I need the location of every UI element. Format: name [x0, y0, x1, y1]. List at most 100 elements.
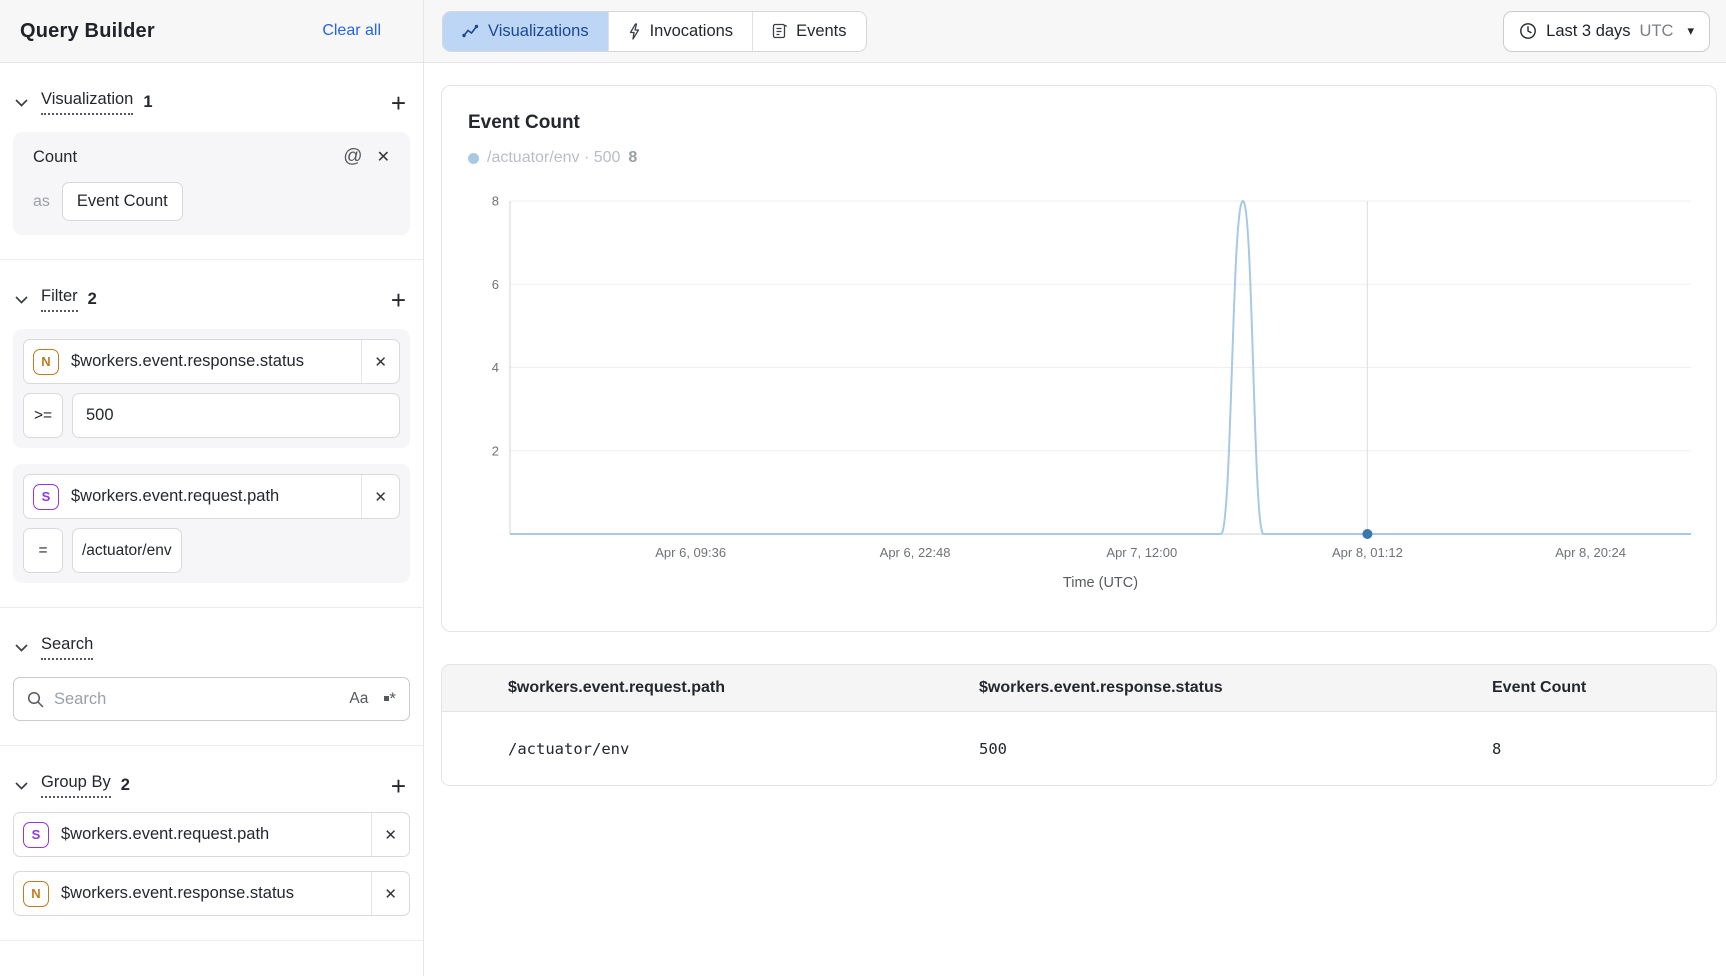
chevron-down-icon[interactable] — [15, 644, 28, 652]
filter-operator[interactable]: = — [23, 528, 63, 573]
document-icon — [772, 23, 787, 39]
svg-text:Apr 8, 20:24: Apr 8, 20:24 — [1555, 545, 1626, 560]
tab-label: Invocations — [650, 22, 733, 41]
filter-field-name: $workers.event.request.path — [71, 487, 279, 506]
add-visualization-button[interactable]: + — [387, 93, 410, 113]
svg-text:Apr 7, 12:00: Apr 7, 12:00 — [1106, 545, 1177, 560]
line-chart: 2 4 6 8 Apr 6, 09:36 Apr 6, 22:48 Apr 7, 12:00… — [442, 181, 1716, 594]
number-type-badge: N — [23, 881, 49, 907]
search-section: Search + Aa * — [0, 635, 423, 746]
visualization-section: Visualization 1 + Count @ ✕ as Event Cou… — [0, 90, 423, 260]
cell-event-count: 8 — [1492, 740, 1716, 758]
at-sign-icon[interactable]: @ — [337, 146, 368, 168]
results-table: $workers.event.request.path $workers.eve… — [441, 664, 1717, 786]
tab-visualizations[interactable]: Visualizations — [443, 12, 608, 51]
series-dot-icon — [468, 153, 479, 164]
group-by-section-title[interactable]: Group By — [41, 773, 111, 798]
remove-filter-button[interactable]: ✕ — [362, 353, 399, 371]
filter-section-title[interactable]: Filter — [41, 287, 78, 312]
group-by-section: Group By 2 + S $workers.event.request.pa… — [0, 773, 423, 941]
search-section-title[interactable]: Search — [41, 635, 93, 660]
visualization-section-title[interactable]: Visualization — [41, 90, 133, 115]
column-header: $workers.event.request.path — [508, 679, 979, 697]
filter-section: Filter 2 + N $workers.event.response.sta… — [0, 287, 423, 608]
svg-text:2: 2 — [492, 443, 499, 458]
chart-legend[interactable]: /actuator/env · 500 8 — [468, 149, 1690, 167]
main-header: Visualizations Invocations Events Last 3… — [424, 0, 1726, 62]
visualization-card: Count @ ✕ as Event Count — [13, 132, 410, 235]
filter-item: S $workers.event.request.path ✕ = /actua… — [13, 464, 410, 583]
divider — [0, 607, 423, 608]
svg-text:Apr 6, 09:36: Apr 6, 09:36 — [655, 545, 726, 560]
filter-operator[interactable]: >= — [23, 393, 63, 438]
visualization-alias[interactable]: Event Count — [62, 182, 183, 221]
sidebar-header: Query Builder Clear all — [0, 0, 424, 62]
clear-all-link[interactable]: Clear all — [322, 22, 381, 40]
search-icon — [27, 691, 44, 708]
filter-field[interactable]: N $workers.event.response.status ✕ — [23, 339, 400, 384]
filter-field[interactable]: S $workers.event.request.path ✕ — [23, 474, 400, 519]
chevron-down-icon: ▾ — [1687, 23, 1694, 39]
number-type-badge: N — [33, 349, 59, 375]
filter-value-input[interactable] — [72, 393, 400, 438]
chevron-down-icon[interactable] — [15, 99, 28, 107]
filter-count: 2 — [88, 290, 97, 309]
add-filter-button[interactable]: + — [387, 290, 410, 310]
page-title: Query Builder — [20, 20, 155, 43]
remove-visualization-button[interactable]: ✕ — [369, 147, 398, 167]
tab-invocations[interactable]: Invocations — [608, 12, 752, 51]
remove-group-by-button[interactable]: ✕ — [372, 826, 409, 844]
line-chart-icon — [462, 24, 479, 39]
top-bar: Query Builder Clear all Visualizations I… — [0, 0, 1726, 63]
divider — [0, 259, 423, 260]
tab-label: Events — [796, 22, 846, 41]
string-type-badge: S — [23, 822, 49, 848]
chevron-down-icon[interactable] — [15, 782, 28, 790]
svg-text:4: 4 — [492, 360, 499, 375]
filter-field-name: $workers.event.response.status — [71, 352, 304, 371]
event-count-chart-card: Event Count /actuator/env · 500 8 2 4 6 8 Ap… — [441, 85, 1717, 632]
match-case-toggle[interactable]: Aa — [349, 690, 368, 708]
tab-events[interactable]: Events — [752, 12, 865, 51]
visualization-function[interactable]: Count — [33, 148, 77, 167]
group-by-count: 2 — [121, 776, 130, 795]
time-range-selector[interactable]: Last 3 days UTC ▾ — [1503, 11, 1710, 52]
group-by-field[interactable]: N $workers.event.response.status ✕ — [13, 871, 410, 916]
legend-series-value: 8 — [628, 149, 637, 167]
svg-text:Time (UTC): Time (UTC) — [1063, 575, 1138, 591]
as-label: as — [33, 193, 50, 211]
chart-title: Event Count — [468, 112, 1690, 134]
filter-item: N $workers.event.response.status ✕ >= — [13, 329, 410, 448]
tab-label: Visualizations — [488, 22, 589, 41]
string-type-badge: S — [33, 484, 59, 510]
time-range-label: Last 3 days — [1546, 22, 1630, 41]
table-row[interactable]: /actuator/env 500 8 — [442, 712, 1716, 785]
column-header: Event Count — [1492, 679, 1716, 697]
group-by-field-name: $workers.event.request.path — [61, 825, 269, 844]
filter-value[interactable]: /actuator/env — [72, 528, 182, 573]
search-input[interactable] — [54, 690, 349, 709]
legend-series-name: /actuator/env · 500 — [487, 149, 620, 167]
divider — [0, 745, 423, 746]
add-group-by-button[interactable]: + — [387, 776, 410, 796]
cell-request-path: /actuator/env — [508, 740, 979, 758]
chart-plot-area: 2 4 6 8 Apr 6, 09:36 Apr 6, 22:48 Apr 7, 12:00… — [442, 181, 1716, 599]
remove-filter-button[interactable]: ✕ — [362, 488, 399, 506]
svg-text:6: 6 — [492, 277, 499, 292]
main-panel: Event Count /actuator/env · 500 8 2 4 6 8 Ap… — [424, 63, 1726, 976]
regex-toggle[interactable]: * — [384, 694, 396, 704]
search-field: Aa * — [13, 677, 410, 721]
remove-group-by-button[interactable]: ✕ — [372, 885, 409, 903]
svg-text:8: 8 — [492, 194, 499, 209]
time-range-timezone: UTC — [1640, 22, 1674, 41]
svg-text:Apr 8, 01:12: Apr 8, 01:12 — [1332, 545, 1403, 560]
view-tab-group: Visualizations Invocations Events — [442, 11, 867, 52]
cell-response-status: 500 — [979, 740, 1492, 758]
group-by-field[interactable]: S $workers.event.request.path ✕ — [13, 812, 410, 857]
query-builder-sidebar: Visualization 1 + Count @ ✕ as Event Cou… — [0, 63, 424, 976]
visualization-count: 1 — [143, 93, 152, 112]
clock-icon — [1519, 22, 1537, 40]
group-by-field-name: $workers.event.response.status — [61, 884, 294, 903]
chevron-down-icon[interactable] — [15, 296, 28, 304]
svg-text:Apr 6, 22:48: Apr 6, 22:48 — [880, 545, 951, 560]
